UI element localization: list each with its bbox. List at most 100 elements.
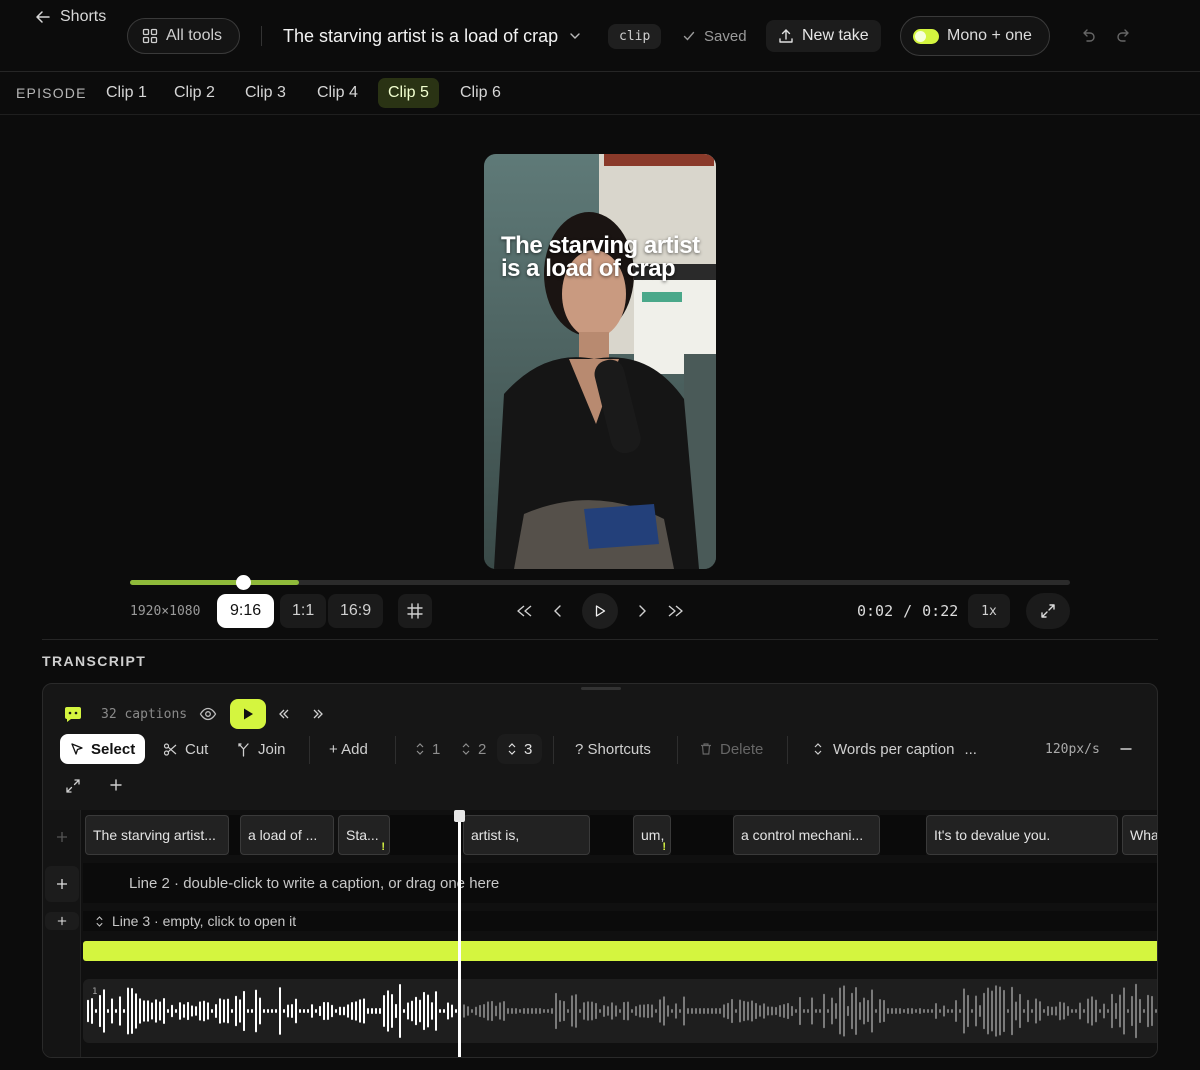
all-tools-button[interactable]: All tools	[127, 18, 240, 54]
clip-range-bar[interactable]	[83, 941, 1157, 961]
toggle-switch-icon	[913, 28, 939, 44]
caption-count: 32 captions	[101, 706, 188, 722]
line-2-track[interactable]: Line 2 · double-click to write a caption…	[83, 863, 1157, 903]
episode-label: EPISODE	[16, 85, 87, 101]
back-to-shorts-button[interactable]: Shorts	[24, 0, 116, 34]
play-captions-button[interactable]	[230, 699, 266, 729]
caption-block-warning[interactable]: Sta... !	[338, 815, 390, 855]
play-icon	[241, 707, 255, 721]
line-2-button[interactable]: 2	[451, 734, 496, 764]
words-per-caption-select[interactable]: Words per caption ...	[803, 734, 987, 764]
caption-block[interactable]: Wha	[1122, 815, 1157, 855]
project-title: The starving artist is a load of crap	[283, 25, 559, 46]
current-time: 0:02	[857, 602, 894, 620]
select-tool-button[interactable]: Select	[60, 734, 146, 764]
next-caption-button[interactable]	[311, 704, 325, 724]
line-3-button[interactable]: 3	[497, 734, 543, 764]
topbar-divider	[261, 26, 262, 46]
caption-block[interactable]: It's to devalue you.	[926, 815, 1118, 855]
caption-timeline[interactable]: The starving artist... a load of ... Sta…	[43, 810, 1157, 1057]
project-title-dropdown[interactable]: The starving artist is a load of crap	[283, 0, 582, 72]
add-line-3-button[interactable]	[45, 912, 79, 930]
redo-icon	[1114, 26, 1134, 46]
skip-forward-button[interactable]	[664, 594, 688, 628]
tab-clip-6[interactable]: Clip 6	[450, 78, 511, 108]
tab-clip-1[interactable]: Clip 1	[96, 78, 157, 108]
step-forward-button[interactable]	[632, 594, 652, 628]
crop-button[interactable]	[398, 594, 432, 628]
timeline-playhead[interactable]	[458, 810, 461, 1057]
tab-clip-5[interactable]: Clip 5	[378, 78, 439, 108]
words-per-caption-label: Words per caption	[833, 740, 955, 758]
toggle-visibility-button[interactable]	[199, 704, 217, 724]
video-preview[interactable]: The starving artist is a load of crap	[484, 154, 716, 569]
delete-button[interactable]: Delete	[689, 734, 773, 764]
cut-tool-button[interactable]: Cut	[153, 734, 218, 764]
expand-diagonal-icon	[65, 778, 81, 794]
scrubber-progress	[130, 580, 300, 585]
aspect-9-16-button[interactable]: 9:16	[217, 594, 275, 628]
caption-block[interactable]: a control mechani...	[733, 815, 880, 855]
chevrons-left-icon	[277, 707, 291, 721]
undo-button[interactable]	[1078, 0, 1098, 72]
line-1-label: 1	[432, 740, 441, 758]
tab-clip-4[interactable]: Clip 4	[307, 78, 368, 108]
mode-toggle[interactable]: Mono + one	[900, 16, 1050, 56]
resolution-readout: 1920×1080	[130, 603, 201, 619]
tab-clip-3[interactable]: Clip 3	[235, 78, 296, 108]
expand-timeline-button[interactable]	[65, 778, 81, 794]
previous-caption-button[interactable]	[277, 704, 291, 724]
add-line-2-button[interactable]	[45, 866, 79, 902]
aspect-1-1-button[interactable]: 1:1	[280, 594, 327, 628]
delete-label: Delete	[720, 740, 764, 758]
caption-gap	[671, 815, 733, 855]
zoom-out-button[interactable]	[1109, 734, 1143, 764]
add-line-1-button[interactable]	[45, 823, 79, 851]
audio-waveform-track[interactable]: 1	[83, 979, 1157, 1043]
caption-block[interactable]: The starving artist...	[85, 815, 229, 855]
panel-resize-handle[interactable]	[581, 687, 621, 690]
captions-icon	[63, 704, 83, 724]
playback-scrubber[interactable]	[130, 575, 1070, 590]
caption-block[interactable]: a load of ...	[240, 815, 334, 855]
caption-block-warning[interactable]: um, !	[633, 815, 671, 855]
select-tool-label: Select	[91, 740, 136, 758]
undo-icon	[1078, 26, 1098, 46]
waveform-track-number: 1	[92, 987, 98, 997]
track-gutter	[43, 810, 81, 1057]
skip-back-button[interactable]	[512, 594, 536, 628]
new-take-button[interactable]: New take	[766, 20, 881, 52]
scissors-icon	[163, 742, 178, 757]
tab-clip-2[interactable]: Clip 2	[164, 78, 225, 108]
plus-icon	[56, 831, 68, 843]
captions-icon-wrapper	[63, 704, 83, 724]
join-tool-button[interactable]: Join	[226, 734, 296, 764]
mode-toggle-label: Mono + one	[947, 27, 1032, 44]
zoom-readout: 120px/s	[1045, 741, 1100, 757]
minus-icon	[1119, 742, 1133, 756]
play-button[interactable]	[582, 593, 618, 629]
play-icon	[593, 604, 607, 618]
shortcuts-button[interactable]: ? Shortcuts	[565, 734, 661, 764]
fullscreen-button[interactable]	[1026, 593, 1070, 629]
line-3-track[interactable]: Line 3 · empty, click to open it	[83, 911, 1157, 931]
time-readout: 0:02 / 0:22	[857, 594, 958, 628]
playhead-handle[interactable]	[454, 810, 465, 822]
aspect-16-9-button[interactable]: 16:9	[328, 594, 384, 628]
fast-forward-icon	[667, 604, 685, 618]
check-icon	[682, 29, 696, 43]
chevron-up-down-icon	[461, 742, 471, 756]
chevron-up-down-icon	[813, 742, 823, 756]
step-back-button[interactable]	[548, 594, 568, 628]
add-caption-button[interactable]: + Add	[319, 734, 378, 764]
chevron-down-icon	[568, 29, 582, 43]
time-separator: /	[903, 602, 913, 620]
line-1-button[interactable]: 1	[405, 734, 450, 764]
caption-block[interactable]: artist is,	[463, 815, 590, 855]
scrubber-handle[interactable]	[235, 575, 251, 590]
plus-icon	[56, 878, 68, 890]
clip-tabs: EPISODE Clip 1 Clip 2 Clip 3 Clip 4 Clip…	[0, 73, 1200, 115]
zoom-in-button[interactable]	[109, 778, 123, 792]
redo-button[interactable]	[1114, 0, 1134, 72]
playback-speed-button[interactable]: 1x	[968, 594, 1010, 628]
